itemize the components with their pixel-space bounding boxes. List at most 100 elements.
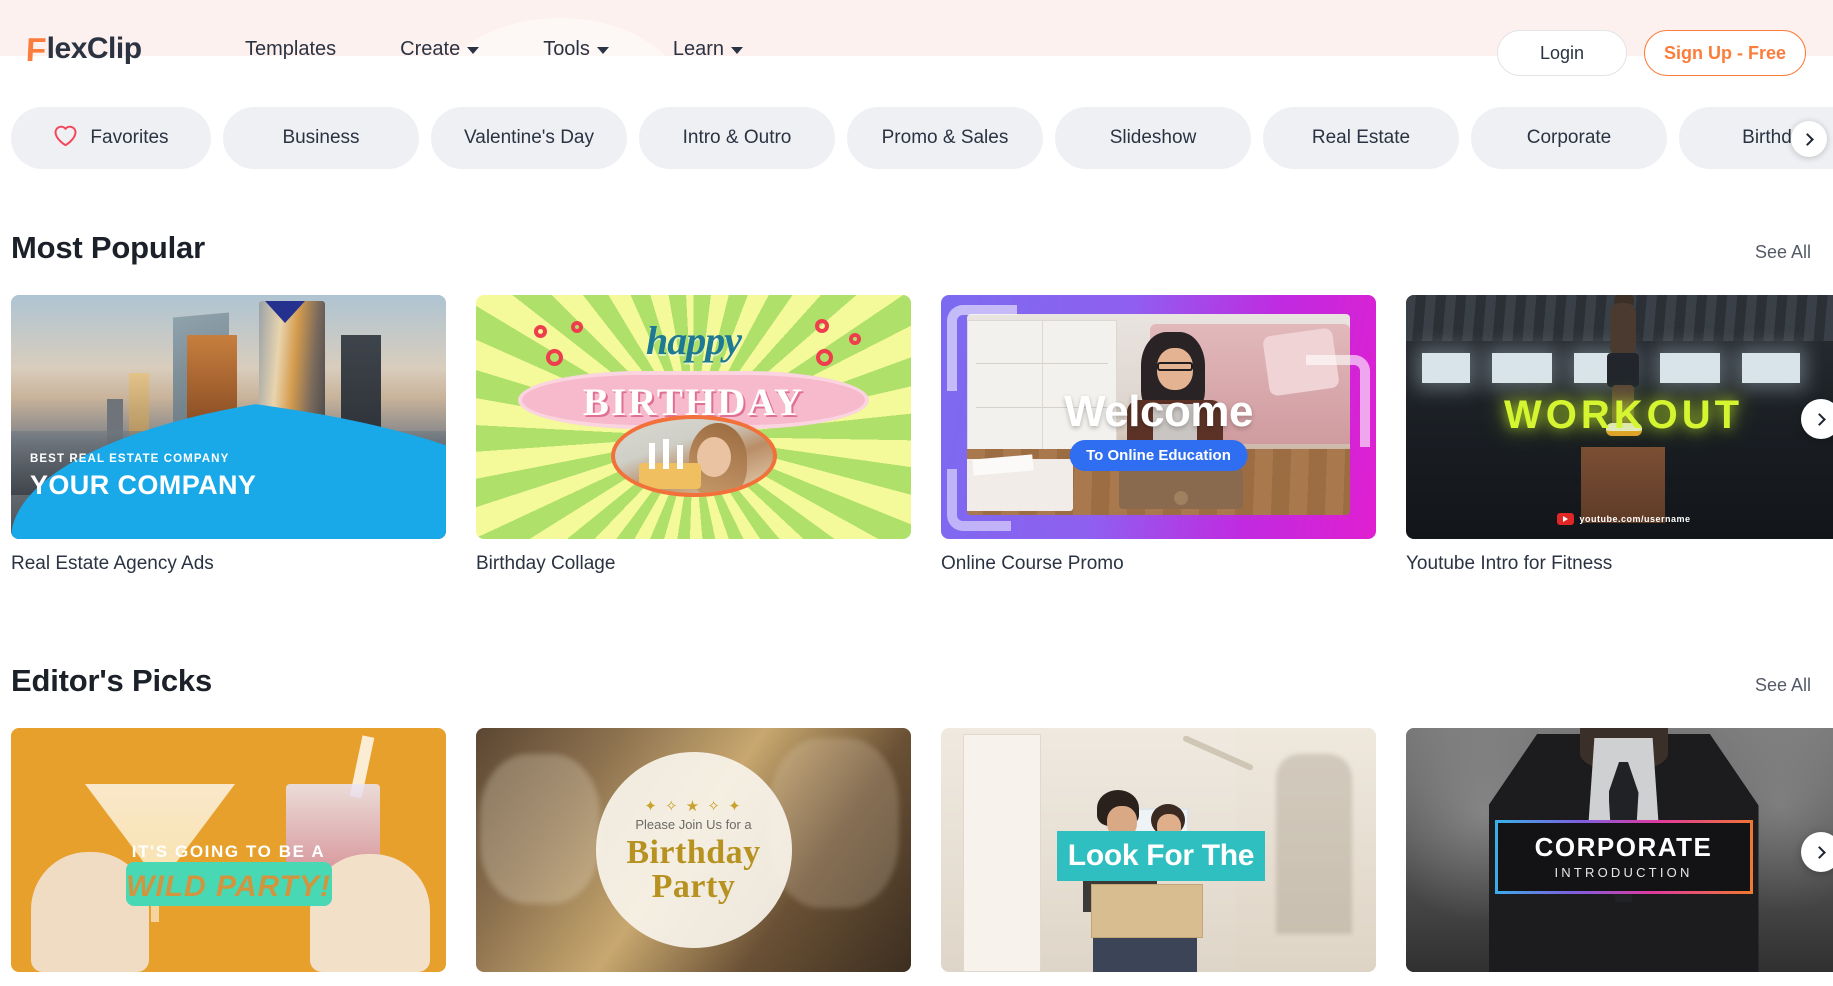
- glasses-icon: [1157, 362, 1193, 371]
- template-card[interactable]: Welcome To Online Education Online Cours…: [941, 295, 1376, 575]
- category-pill-label: Business: [282, 127, 360, 148]
- nav-item-learn[interactable]: Learn: [641, 38, 775, 61]
- section-header: Most Popular See All: [0, 230, 1833, 272]
- thumb-caption-large: Look For The: [1067, 839, 1255, 872]
- template-card[interactable]: Look For The: [941, 728, 1376, 986]
- category-pill-slideshow[interactable]: Slideshow: [1055, 107, 1251, 169]
- nav-label: Templates: [245, 37, 337, 60]
- nav-item-templates[interactable]: Templates: [213, 38, 368, 61]
- category-pill-business[interactable]: Business: [223, 107, 419, 169]
- thumb-moving-box: [1091, 884, 1203, 938]
- template-card-title: Birthday Collage: [476, 553, 616, 574]
- youtube-icon: [1556, 513, 1574, 525]
- template-card[interactable]: IT'S GOING TO BE A WILD PARTY!: [11, 728, 446, 986]
- category-pill-label: Slideshow: [1109, 127, 1197, 148]
- category-pill-label: Intro & Outro: [682, 127, 792, 148]
- chevron-down-icon: [596, 47, 609, 54]
- carousel-next-button-editors-picks[interactable]: [1801, 832, 1833, 872]
- category-pill-label: Valentine's Day: [463, 127, 594, 148]
- thumb-caption-script: happy: [646, 318, 742, 363]
- section-editors-picks: Editor's Picks See All IT'S GOING TO BE …: [0, 663, 1833, 986]
- nav-label: Learn: [672, 37, 725, 60]
- template-thumbnail-wild-party[interactable]: IT'S GOING TO BE A WILD PARTY!: [11, 728, 446, 972]
- template-thumbnail-youtube-fitness[interactable]: WORKOUT youtube.com/username: [1406, 295, 1833, 539]
- section-header: Editor's Picks See All: [0, 663, 1833, 705]
- thumb-person-face: [696, 437, 731, 477]
- nav-item-create[interactable]: Create: [368, 38, 511, 61]
- section-title: Editor's Picks: [11, 663, 212, 698]
- thumb-bokeh: [480, 754, 600, 904]
- template-thumbnail-real-estate[interactable]: BEST REAL ESTATE COMPANY YOUR COMPANY: [11, 295, 446, 539]
- main-nav: Templates Create Tools Learn: [213, 32, 775, 66]
- carousel-next-button-most-popular[interactable]: [1801, 399, 1833, 439]
- category-pill-intro-outro[interactable]: Intro & Outro: [639, 107, 835, 169]
- chevron-right-icon: [1813, 412, 1826, 426]
- thumb-bokeh: [769, 738, 899, 908]
- flexclip-logo[interactable]: F lexClip: [25, 30, 142, 68]
- nav-item-tools[interactable]: Tools: [511, 38, 641, 61]
- sparkles-icon: ✦ ✧ ★ ✧ ✦: [644, 798, 743, 816]
- template-thumbnail-birthday-collage[interactable]: happy BIRTHDAY: [476, 295, 911, 539]
- thumb-window: [1742, 353, 1800, 383]
- thumb-photo-oval: [610, 415, 777, 497]
- nav-label: Create: [400, 37, 461, 60]
- thumb-caption-large: CORPORATE: [1534, 831, 1713, 862]
- thumb-person-shorts: [1607, 353, 1639, 387]
- category-pill-corporate[interactable]: Corporate: [1471, 107, 1667, 169]
- chevron-right-icon: [1813, 845, 1826, 859]
- nav-label: Tools: [543, 37, 590, 60]
- template-thumbnail-look-for-the[interactable]: Look For The: [941, 728, 1376, 972]
- see-all-link-editors-picks[interactable]: See All: [1755, 675, 1822, 696]
- template-card[interactable]: CORPORATE INTRODUCTION: [1406, 728, 1833, 986]
- thumb-window: [1660, 353, 1720, 383]
- chevron-down-icon: [467, 47, 480, 54]
- card-row-most-popular: BEST REAL ESTATE COMPANY YOUR COMPANY Re…: [0, 295, 1833, 575]
- signup-button[interactable]: Sign Up - Free: [1644, 30, 1806, 76]
- thumb-person-legs: [1093, 932, 1197, 972]
- thumb-candle: [676, 445, 683, 469]
- logo-f-mark: F: [25, 30, 47, 68]
- template-thumbnail-online-course[interactable]: Welcome To Online Education: [941, 295, 1376, 539]
- thumb-plyo-box: [1581, 447, 1665, 523]
- thumb-candle: [648, 443, 655, 469]
- thumb-frame-decoration: [947, 305, 1017, 391]
- template-card[interactable]: WORKOUT youtube.com/username Youtube Int…: [1406, 295, 1833, 575]
- thumb-window: [1422, 353, 1470, 383]
- category-pill-valentines-day[interactable]: Valentine's Day: [431, 107, 627, 169]
- chevron-right-icon: [1801, 132, 1814, 146]
- card-row-editors-picks: IT'S GOING TO BE A WILD PARTY! ✦ ✧ ★ ✧ ✦…: [0, 728, 1833, 986]
- thumb-frame-decoration: [947, 469, 1011, 531]
- section-most-popular: Most Popular See All BEST REAL ESTATE CO…: [0, 230, 1833, 575]
- logo-wordmark: lexClip: [46, 32, 142, 65]
- thumb-caption-large: Birthday: [626, 834, 761, 872]
- template-thumbnail-corporate-intro[interactable]: CORPORATE INTRODUCTION: [1406, 728, 1833, 972]
- category-next-button[interactable]: [1791, 121, 1827, 157]
- thumb-caption-small: INTRODUCTION: [1554, 865, 1693, 881]
- template-card-title: Online Course Promo: [941, 553, 1124, 574]
- thumb-caption-small: IT'S GOING TO BE A: [131, 842, 326, 861]
- heart-icon: [53, 124, 78, 153]
- category-pill-real-estate[interactable]: Real Estate: [1263, 107, 1459, 169]
- template-card[interactable]: ✦ ✧ ★ ✧ ✦ Please Join Us for a Birthday …: [476, 728, 911, 986]
- thumb-caption-large: YOUR COMPANY: [30, 470, 257, 500]
- thumb-window: [1492, 353, 1552, 383]
- category-pill-label: Corporate: [1526, 127, 1612, 148]
- category-pill-favorites[interactable]: Favorites: [11, 107, 211, 169]
- login-button[interactable]: Login: [1497, 30, 1627, 76]
- auth-buttons: Login Sign Up - Free: [1497, 30, 1806, 76]
- category-pill-promo-sales[interactable]: Promo & Sales: [847, 107, 1043, 169]
- template-thumbnail-birthday-party[interactable]: ✦ ✧ ★ ✧ ✦ Please Join Us for a Birthday …: [476, 728, 911, 972]
- thumb-youtube-handle: youtube.com/username: [1556, 513, 1690, 525]
- thumb-circle-badge: ✦ ✧ ★ ✧ ✦ Please Join Us for a Birthday …: [595, 752, 792, 948]
- thumb-caption-small: BEST REAL ESTATE COMPANY: [30, 453, 230, 465]
- category-pill-label: Real Estate: [1311, 127, 1411, 148]
- see-all-link-most-popular[interactable]: See All: [1755, 242, 1822, 263]
- template-card[interactable]: BEST REAL ESTATE COMPANY YOUR COMPANY Re…: [11, 295, 446, 575]
- thumb-caption-small: Please Join Us for a: [635, 817, 752, 833]
- thumb-candle: [662, 439, 669, 469]
- thumb-frame-inner: CORPORATE INTRODUCTION: [1497, 823, 1750, 891]
- thumb-caption-badge: To Online Education: [1069, 440, 1248, 471]
- thumb-laptop: [1119, 469, 1243, 509]
- category-pill-label: Favorites: [90, 127, 169, 148]
- template-card[interactable]: happy BIRTHDAY Birthday Collage: [476, 295, 911, 575]
